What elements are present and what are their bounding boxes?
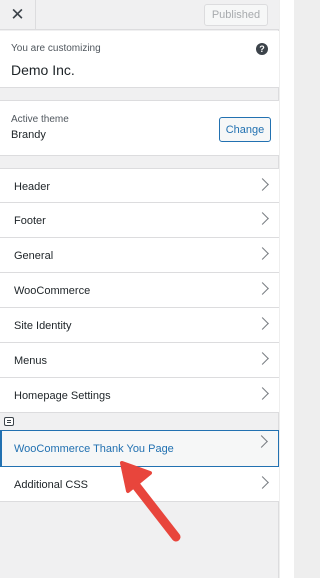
chevron-right-icon: [256, 352, 269, 365]
menu-item-label: WooCommerce Thank You Page: [14, 443, 174, 455]
active-theme-name: Brandy: [11, 129, 46, 141]
menu-item-label: Homepage Settings: [14, 390, 111, 402]
menu-item-label: Header: [14, 181, 51, 193]
customizing-label: You are customizing: [11, 43, 101, 54]
menu-item-site-identity[interactable]: Site Identity: [0, 308, 279, 343]
menu-item-label: Footer: [14, 215, 46, 227]
menu-item-label: General: [14, 250, 54, 262]
menu-item-label: Menus: [14, 355, 48, 367]
close-icon[interactable]: ✕: [0, 0, 36, 30]
active-theme-section: Active theme Brandy Change: [0, 100, 279, 156]
shortcut-row: [0, 413, 279, 430]
menu-item-label: WooCommerce: [14, 285, 91, 297]
menu-item-general[interactable]: General: [0, 238, 279, 273]
help-icon[interactable]: ?: [256, 43, 268, 55]
published-button[interactable]: Published: [204, 4, 268, 26]
site-title: Demo Inc.: [11, 62, 75, 78]
menu-item-woocommerce[interactable]: WooCommerce: [0, 273, 279, 308]
chevron-right-icon: [256, 476, 269, 489]
chevron-right-icon: [255, 435, 268, 448]
customizer-menu: Header Footer General WooCommerce Site I…: [0, 168, 279, 502]
chevron-right-icon: [256, 178, 269, 191]
menu-item-label: Additional CSS: [14, 479, 88, 491]
chevron-right-icon: [256, 387, 269, 400]
chevron-right-icon: [256, 282, 269, 295]
chevron-right-icon: [256, 317, 269, 330]
menu-item-footer[interactable]: Footer: [0, 203, 279, 238]
chevron-right-icon: [256, 247, 269, 260]
active-theme-label: Active theme: [11, 114, 69, 125]
menu-item-label: Site Identity: [14, 320, 72, 332]
menu-item-header[interactable]: Header: [0, 168, 279, 203]
chevron-right-icon: [256, 212, 269, 225]
menu-item-menus[interactable]: Menus: [0, 343, 279, 378]
preview-edge: [280, 0, 294, 578]
customizer-topbar: ✕ Published: [0, 0, 279, 30]
shortcut-edit-icon[interactable]: [4, 417, 14, 426]
menu-item-homepage-settings[interactable]: Homepage Settings: [0, 378, 279, 413]
customizing-info: You are customizing Demo Inc. ?: [0, 31, 279, 88]
pointer-arrow-icon: [120, 461, 181, 542]
change-theme-button[interactable]: Change: [219, 117, 271, 142]
